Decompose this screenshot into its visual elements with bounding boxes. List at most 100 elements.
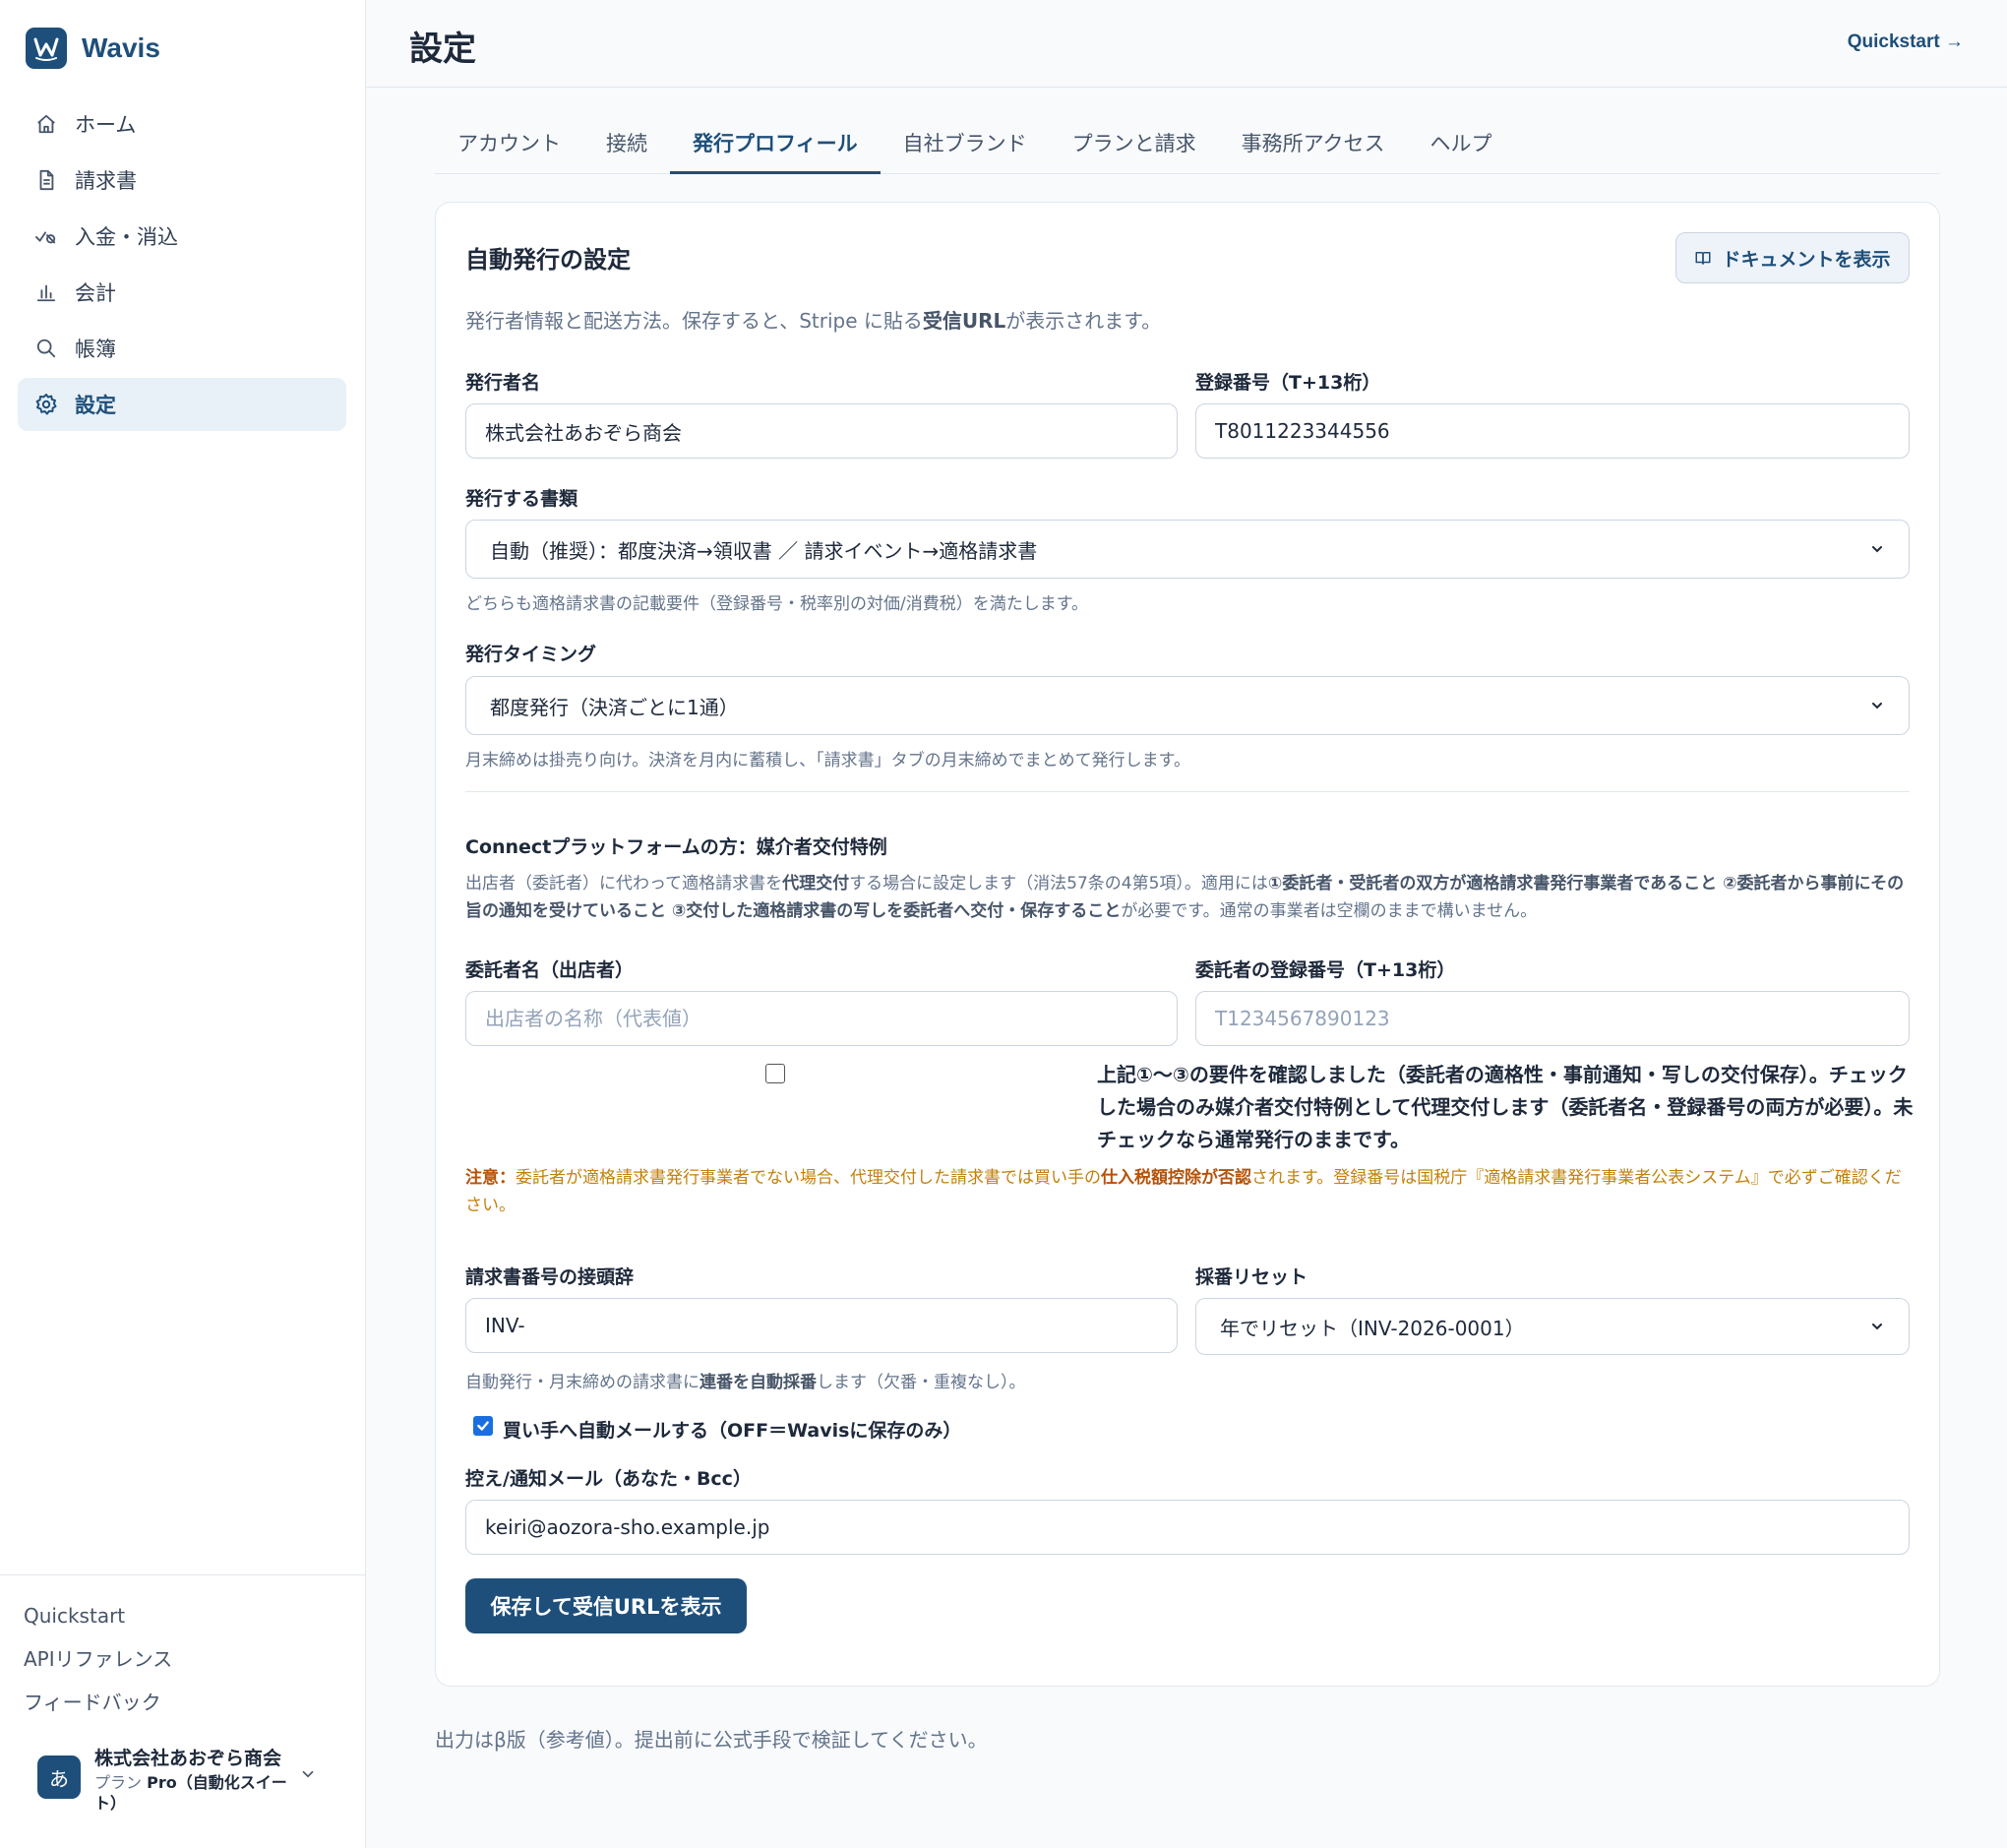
notify-email-label: 控え/通知メール（あなた・Bcc）: [465, 1468, 752, 1490]
sidebar-item-accounting[interactable]: 会計: [18, 266, 346, 319]
tab-plan-billing[interactable]: プランと請求: [1050, 122, 1219, 174]
account-name: 株式会社あおぞら商会: [94, 1748, 282, 1769]
connect-desc-text: が必要です。通常の事業者は空欄のままで構いません。: [1121, 901, 1538, 921]
consignor-name-input[interactable]: [465, 991, 1178, 1046]
card-description: 発行者情報と配送方法。保存すると、Stripe に貼る受信URLが表示されます。: [465, 305, 1161, 334]
registration-number-input[interactable]: [1195, 403, 1910, 459]
sidebar-item-payments[interactable]: 入金・消込: [18, 210, 346, 263]
card-title: 自動発行の設定: [465, 246, 631, 274]
timing-value: 都度発行（決済ごとに1通）: [490, 695, 739, 719]
requirements-confirm-label: 上記①〜③の要件を確認しました（委託者の適格性・事前通知・写しの交付保存）。チェ…: [1097, 1063, 1914, 1151]
connect-section-title: Connectプラットフォームの方：媒介者交付特例: [465, 836, 887, 858]
sidebar-item-settings[interactable]: 設定: [18, 378, 346, 431]
connect-desc-bold: 代理交付: [782, 874, 850, 893]
checkmark-icon: [477, 1421, 489, 1431]
desc-text-end: が表示されます。: [1005, 309, 1162, 333]
beta-footer-note: 出力はβ版（参考値）。提出前に公式手段で検証してください。: [435, 1728, 988, 1752]
sidebar-item-label: 入金・消込: [75, 225, 178, 249]
sidebar: Wavis ホーム 請求書 入金・消込 会計 帳簿 設定 Quickstart: [0, 0, 366, 1848]
numbering-hint-text: します（欠番・重複なし）。: [817, 1373, 1026, 1392]
tab-help[interactable]: ヘルプ: [1408, 122, 1515, 174]
section-divider: [465, 791, 1910, 792]
invoice-prefix-input[interactable]: [465, 1298, 1178, 1353]
numbering-reset-value: 年でリセット（INV-2026-0001）: [1220, 1316, 1525, 1340]
numbering-reset-label: 採番リセット: [1195, 1266, 1308, 1288]
auto-mail-label: 買い手へ自動メールする（OFF＝Wavisに保存のみ）: [503, 1420, 962, 1442]
numbering-hint: 自動発行・月末締めの請求書に連番を自動採番します（欠番・重複なし）。: [465, 1368, 1026, 1392]
registration-number-label: 登録番号（T+13桁）: [1195, 372, 1381, 394]
sidebar-link-api-reference[interactable]: APIリファレンス: [24, 1640, 365, 1684]
account-info: 株式会社あおぞら商会 プラン Pro（自動化スイート）: [94, 1744, 291, 1814]
account-plan: プラン Pro（自動化スイート）: [94, 1772, 291, 1814]
book-icon: [1695, 252, 1711, 265]
document-type-label: 発行する書類: [465, 488, 578, 510]
tab-account[interactable]: アカウント: [435, 122, 583, 174]
tab-office-access[interactable]: 事務所アクセス: [1219, 122, 1408, 174]
desc-text: 発行者情報と配送方法。保存すると、Stripe に貼る: [465, 309, 923, 333]
invoice-prefix-label: 請求書番号の接頭辞: [465, 1266, 635, 1288]
tab-branding[interactable]: 自社ブランド: [881, 122, 1050, 174]
issuer-name-input[interactable]: [465, 403, 1178, 459]
document-type-value: 自動（推奨）：都度決済→領収書 ／ 請求イベント→適格請求書: [490, 538, 1038, 563]
auto-issue-settings-card: 自動発行の設定 ドキュメントを表示 発行者情報と配送方法。保存すると、Strip…: [435, 202, 1940, 1687]
wavis-logo-icon: [26, 28, 67, 69]
save-button[interactable]: 保存して受信URLを表示: [465, 1578, 747, 1633]
sidebar-item-invoices[interactable]: 請求書: [18, 154, 346, 207]
document-type-hint: どちらも適格請求書の記載要件（登録番号・税率別の対価/消費税）を満たします。: [465, 594, 1089, 614]
account-switcher[interactable]: あ 株式会社あおぞら商会 プラン Pro（自動化スイート）: [37, 1744, 333, 1814]
quickstart-link[interactable]: Quickstart →: [1848, 31, 1964, 53]
notify-email-input[interactable]: [465, 1500, 1910, 1555]
bar-chart-icon: [33, 279, 59, 305]
sidebar-nav: ホーム 請求書 入金・消込 会計 帳簿 設定: [18, 97, 346, 434]
sidebar-item-label: 会計: [75, 281, 116, 305]
connect-section-description: 出店者（委託者）に代わって適格請求書を代理交付する場合に設定します（消法57条の…: [465, 870, 1912, 925]
top-bar: 設定 Quickstart →: [366, 0, 2007, 88]
sidebar-item-label: 帳簿: [75, 338, 116, 361]
numbering-hint-text: 自動発行・月末締めの請求書に: [465, 1373, 699, 1392]
requirements-confirm-checkbox[interactable]: [765, 1064, 785, 1083]
timing-select[interactable]: 都度発行（決済ごとに1通）: [465, 676, 1910, 735]
sidebar-footer-links: Quickstart APIリファレンス フィードバック: [0, 1574, 365, 1727]
warning-bold: 仕入税額控除が否認: [1101, 1168, 1251, 1188]
home-icon: [33, 111, 59, 137]
sidebar-item-home[interactable]: ホーム: [18, 97, 346, 151]
connect-desc-text: 出店者（委託者）に代わって適格請求書を: [465, 874, 783, 893]
sidebar-item-label: 請求書: [75, 169, 137, 193]
settings-tabs: アカウント 接続 発行プロフィール 自社ブランド プランと請求 事務所アクセス …: [435, 122, 1940, 174]
search-icon: [33, 336, 59, 361]
brand-name: Wavis: [82, 32, 160, 63]
chevron-down-icon: [1872, 546, 1882, 553]
timing-label: 発行タイミング: [465, 644, 597, 665]
consignor-registration-label: 委託者の登録番号（T+13桁）: [1195, 959, 1456, 981]
tab-issuing-profile[interactable]: 発行プロフィール: [670, 122, 881, 174]
view-docs-label: ドキュメントを表示: [1722, 248, 1891, 271]
timing-hint: 月末締めは掛売り向け。決済を月内に蓄積し、「請求書」タブの月末締めでまとめて発行…: [465, 751, 1190, 770]
sidebar-link-quickstart[interactable]: Quickstart: [24, 1597, 365, 1640]
view-docs-button[interactable]: ドキュメントを表示: [1675, 232, 1910, 283]
check-flow-icon: [33, 223, 59, 249]
chevron-down-icon: [1872, 1324, 1882, 1330]
issuer-name-label: 発行者名: [465, 372, 541, 394]
auto-mail-checkbox[interactable]: [473, 1416, 493, 1436]
tab-connections[interactable]: 接続: [583, 122, 670, 174]
warning-text: 委託者が適格請求書発行事業者でない場合、代理交付した請求書では買い手の: [516, 1168, 1101, 1188]
sidebar-link-feedback[interactable]: フィードバック: [24, 1684, 365, 1727]
numbering-reset-select[interactable]: 年でリセット（INV-2026-0001）: [1195, 1298, 1910, 1355]
consignor-name-label: 委託者名（出店者）: [465, 959, 635, 981]
brand[interactable]: Wavis: [26, 28, 160, 69]
connect-desc-text: する場合に設定します（消法57条の4第5項）。適用には: [849, 874, 1268, 893]
numbering-hint-bold: 連番を自動採番: [699, 1373, 817, 1392]
page-title: 設定: [409, 30, 476, 69]
warning-note: 注意：委託者が適格請求書発行事業者でない場合、代理交付した請求書では買い手の仕入…: [465, 1164, 1912, 1219]
avatar: あ: [37, 1756, 81, 1799]
gear-icon: [33, 392, 59, 417]
document-type-select[interactable]: 自動（推奨）：都度決済→領収書 ／ 請求イベント→適格請求書: [465, 520, 1910, 579]
warning-label: 注意：: [465, 1168, 516, 1188]
sidebar-item-label: 設定: [75, 394, 116, 417]
desc-bold: 受信URL: [922, 309, 1006, 333]
sidebar-item-ledger[interactable]: 帳簿: [18, 322, 346, 375]
document-icon: [33, 167, 59, 193]
plan-prefix: プラン: [94, 1773, 143, 1792]
consignor-registration-input[interactable]: [1195, 991, 1910, 1046]
chevron-down-icon: [299, 1765, 317, 1787]
